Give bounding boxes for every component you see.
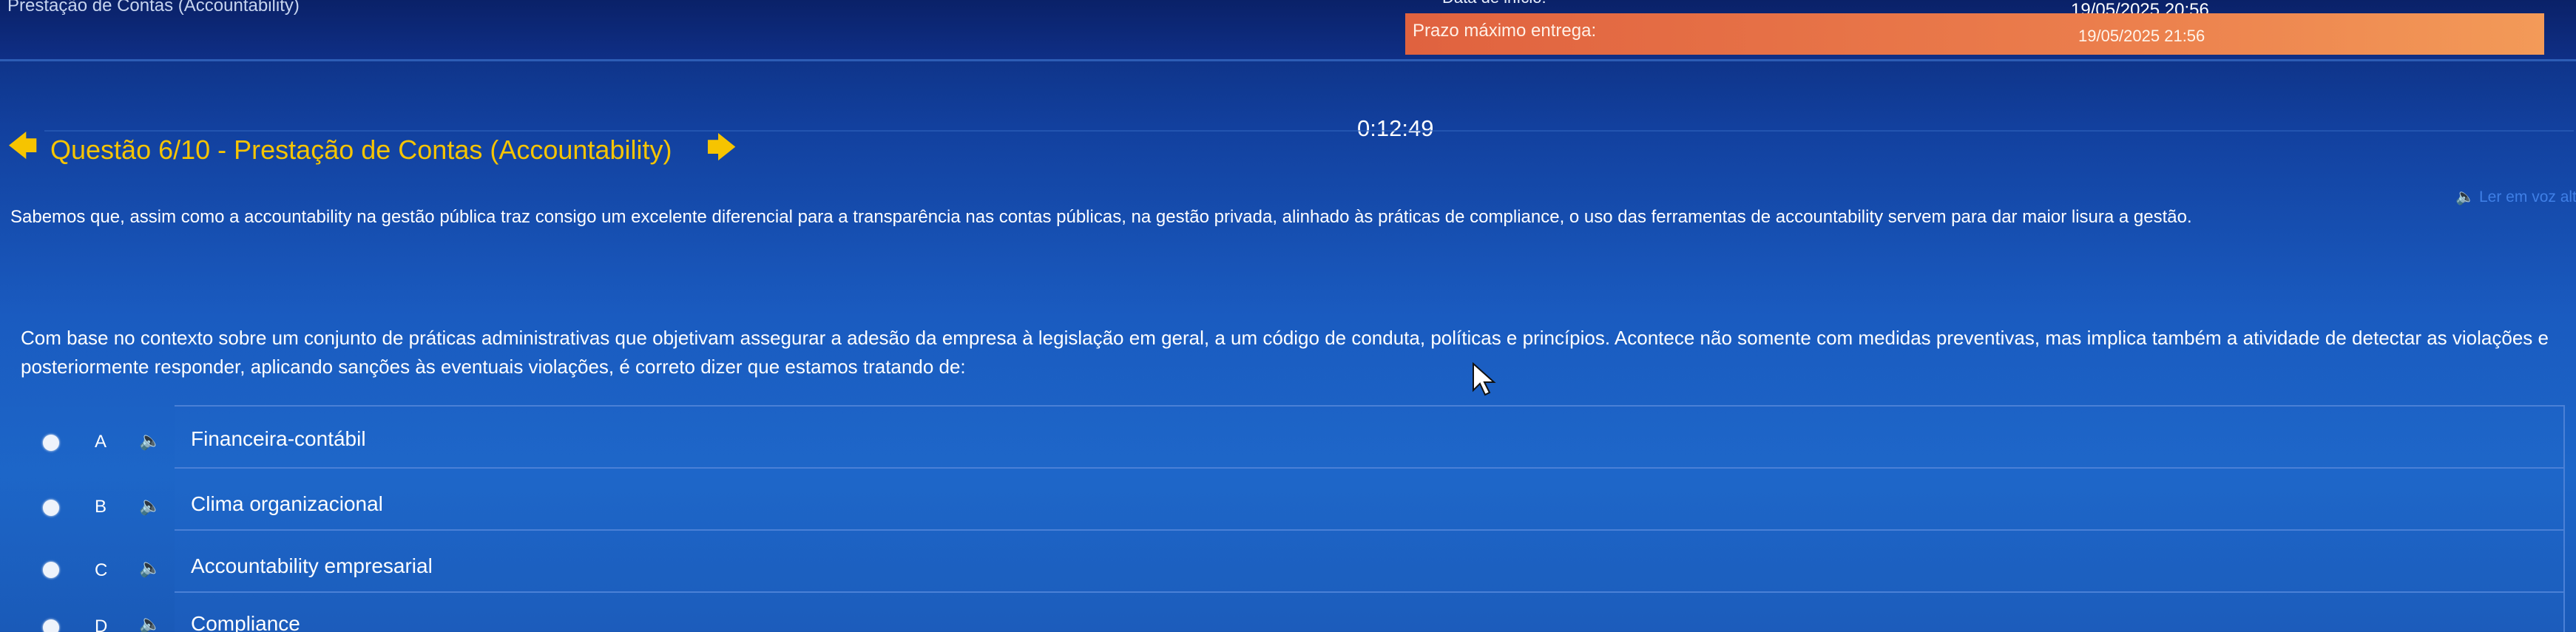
question-statement-line: posteriormente responder, aplicando sanç… <box>21 356 966 378</box>
option-text: Clima organizacional <box>191 492 383 515</box>
option-c[interactable]: C 🔈 Accountability empresarial <box>0 529 2566 591</box>
option-text: Financeira-contábil <box>191 427 366 450</box>
option-letter: C <box>95 560 108 580</box>
option-box[interactable] <box>175 529 2565 591</box>
deadline-label: Prazo máximo entrega: <box>1413 21 1597 41</box>
speaker-icon[interactable]: 🔈 <box>139 614 161 632</box>
option-box[interactable] <box>175 405 2565 467</box>
start-date-label: Data de início: <box>1442 0 1546 7</box>
deadline-value: 19/05/2025 21:56 <box>2078 27 2205 45</box>
option-b[interactable]: B 🔈 Clima organizacional <box>0 467 2566 529</box>
option-d[interactable]: D 🔈 Compliance <box>0 591 2566 632</box>
header-divider <box>0 59 2576 61</box>
read-aloud-link[interactable]: 🔈 Ler em voz alta <box>2455 188 2576 206</box>
question-divider <box>44 130 2574 132</box>
speaker-icon: 🔈 <box>2455 188 2475 205</box>
option-text: Compliance <box>191 612 300 632</box>
radio-button[interactable] <box>43 562 59 578</box>
question-statement-line: Com base no contexto sobre um conjunto d… <box>21 327 2549 349</box>
radio-button[interactable] <box>43 435 59 451</box>
option-box[interactable] <box>175 467 2565 529</box>
question-context: Sabemos que, assim como a accountability… <box>10 207 2192 227</box>
question-title: Questão 6/10 - Prestação de Contas (Acco… <box>50 135 672 165</box>
option-letter: B <box>95 497 107 517</box>
mouse-pointer-icon <box>1472 361 1497 400</box>
option-letter: D <box>95 616 108 632</box>
header-title: Prestação de Contas (Accountability) <box>7 0 300 16</box>
speaker-icon[interactable]: 🔈 <box>139 557 161 579</box>
timer: 0:12:49 <box>1357 115 1434 141</box>
option-text: Accountability empresarial <box>191 554 433 577</box>
radio-button[interactable] <box>43 619 59 632</box>
question-statement: Com base no contexto sobre um conjunto d… <box>21 324 2549 381</box>
speaker-icon[interactable]: 🔈 <box>139 430 161 452</box>
option-a[interactable]: A 🔈 Financeira-contábil <box>0 405 2566 467</box>
arrow-right-icon[interactable]: 🡆 <box>706 133 737 163</box>
arrow-left-icon[interactable]: 🡄 <box>7 132 38 161</box>
radio-button[interactable] <box>43 500 59 516</box>
option-letter: A <box>95 432 107 452</box>
speaker-icon[interactable]: 🔈 <box>139 495 161 517</box>
read-aloud-label: Ler em voz alta <box>2479 188 2576 205</box>
option-box[interactable] <box>175 591 2565 632</box>
